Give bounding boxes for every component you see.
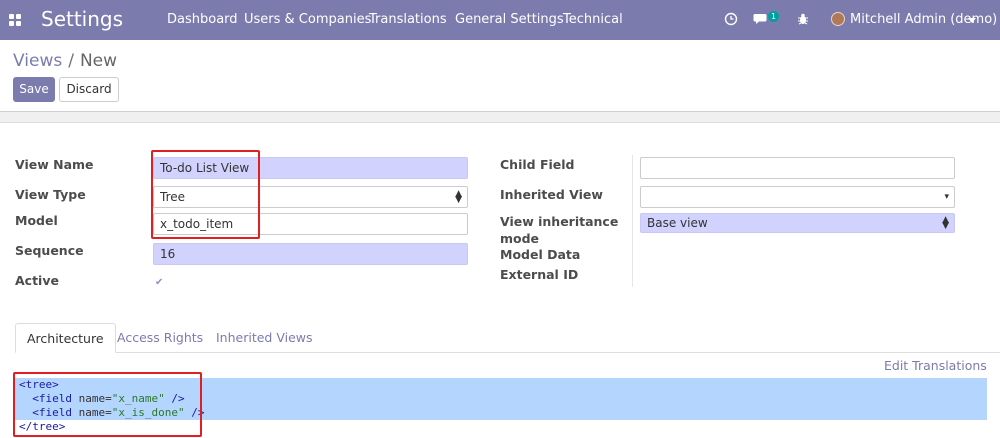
- save-button[interactable]: Save: [13, 77, 55, 102]
- tab-architecture[interactable]: Architecture: [15, 323, 116, 353]
- top-navbar: Settings Dashboard Users & Companies Tra…: [0, 0, 1000, 40]
- child-field-input[interactable]: [640, 157, 955, 179]
- breadcrumb-current: New: [79, 51, 118, 71]
- debug-bug-icon[interactable]: [796, 12, 810, 30]
- breadcrumb-views-link[interactable]: Views: [13, 51, 62, 71]
- inherited-view-label: Inherited View: [500, 187, 603, 202]
- chat-count-badge: 1: [768, 11, 780, 22]
- external-id-label: External ID: [500, 267, 579, 282]
- model-data-label: Model Data: [500, 247, 581, 262]
- user-avatar[interactable]: [831, 12, 845, 26]
- menu-users-companies[interactable]: Users & Companies: [244, 12, 371, 27]
- sheet-background: [0, 112, 1000, 122]
- highlight-box-code: [13, 372, 202, 437]
- breadcrumb-separator: /: [68, 51, 74, 71]
- discard-button[interactable]: Discard: [59, 77, 119, 102]
- view-name-label: View Name: [15, 157, 94, 172]
- inherited-view-select[interactable]: ▾: [640, 186, 955, 208]
- model-label: Model: [15, 213, 58, 228]
- edit-translations-link[interactable]: Edit Translations: [884, 358, 987, 373]
- menu-technical[interactable]: Technical: [563, 12, 623, 27]
- sequence-input[interactable]: 16: [153, 243, 468, 265]
- view-type-label: View Type: [15, 187, 86, 202]
- inheritance-mode-label-line2: mode: [500, 231, 540, 246]
- inheritance-mode-select[interactable]: Base view ▲ ▼: [640, 213, 955, 233]
- select-arrows-icon: ▲ ▼: [942, 215, 949, 231]
- active-checkbox[interactable]: ✔: [155, 277, 167, 289]
- inheritance-mode-label-line1: View inheritance: [500, 214, 619, 229]
- inheritance-mode-value: Base view: [647, 216, 708, 230]
- sequence-label: Sequence: [15, 243, 84, 258]
- chat-icon[interactable]: [753, 12, 769, 30]
- breadcrumb: Views / New: [13, 51, 117, 71]
- tab-inherited-views[interactable]: Inherited Views: [205, 323, 324, 353]
- dropdown-caret-icon: ▾: [944, 192, 949, 202]
- active-label: Active: [15, 273, 59, 288]
- menu-dashboard[interactable]: Dashboard: [167, 12, 238, 27]
- apps-grid-icon[interactable]: [9, 14, 21, 26]
- tab-access-rights[interactable]: Access Rights: [106, 323, 214, 353]
- menu-general-settings[interactable]: General Settings: [455, 12, 564, 27]
- menu-translations[interactable]: Translations: [369, 12, 447, 27]
- select-arrows-icon: ▲ ▼: [455, 189, 462, 205]
- activity-clock-icon[interactable]: [724, 12, 738, 30]
- app-title: Settings: [41, 7, 124, 31]
- highlight-box-fields: [151, 150, 260, 239]
- child-field-label: Child Field: [500, 157, 575, 172]
- column-separator: [632, 155, 633, 287]
- chevron-down-icon[interactable]: [968, 18, 976, 23]
